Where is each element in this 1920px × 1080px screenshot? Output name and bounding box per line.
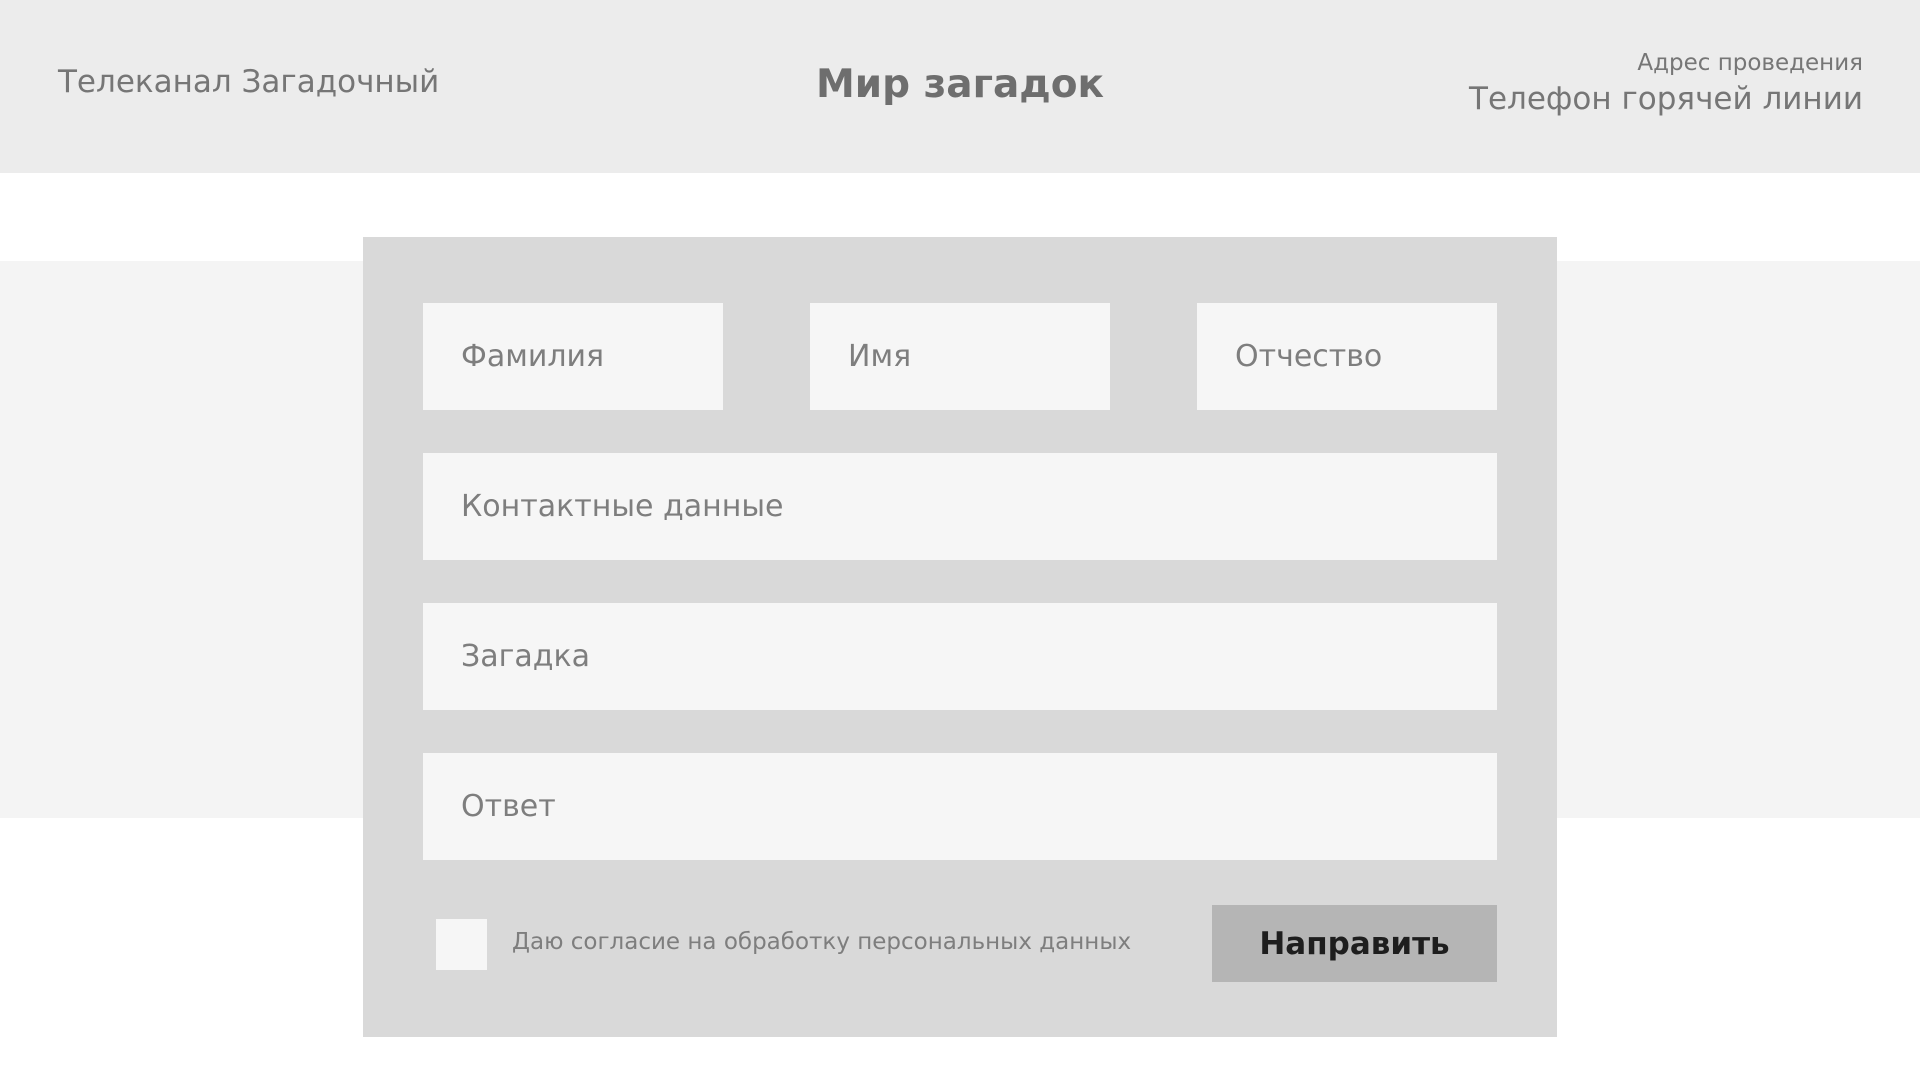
submit-button[interactable]: Направить xyxy=(1212,905,1497,982)
consent-label: Даю согласие на обработку персональных д… xyxy=(512,929,1132,955)
riddle-input[interactable] xyxy=(423,603,1497,710)
contact-info-input[interactable] xyxy=(423,453,1497,560)
venue-address-link[interactable]: Адрес проведения xyxy=(1469,48,1863,78)
header-contacts: Адрес проведения Телефон горячей линии xyxy=(1469,48,1863,120)
site-header: Телеканал Загадочный Мир загадок Адрес п… xyxy=(0,0,1920,173)
surname-input[interactable] xyxy=(423,303,723,410)
riddle-submission-form: Даю согласие на обработку персональных д… xyxy=(363,237,1557,1037)
consent-checkbox[interactable] xyxy=(436,919,487,970)
name-input[interactable] xyxy=(810,303,1110,410)
patronymic-input[interactable] xyxy=(1197,303,1497,410)
hotline-phone-link[interactable]: Телефон горячей линии xyxy=(1469,78,1863,120)
answer-input[interactable] xyxy=(423,753,1497,860)
